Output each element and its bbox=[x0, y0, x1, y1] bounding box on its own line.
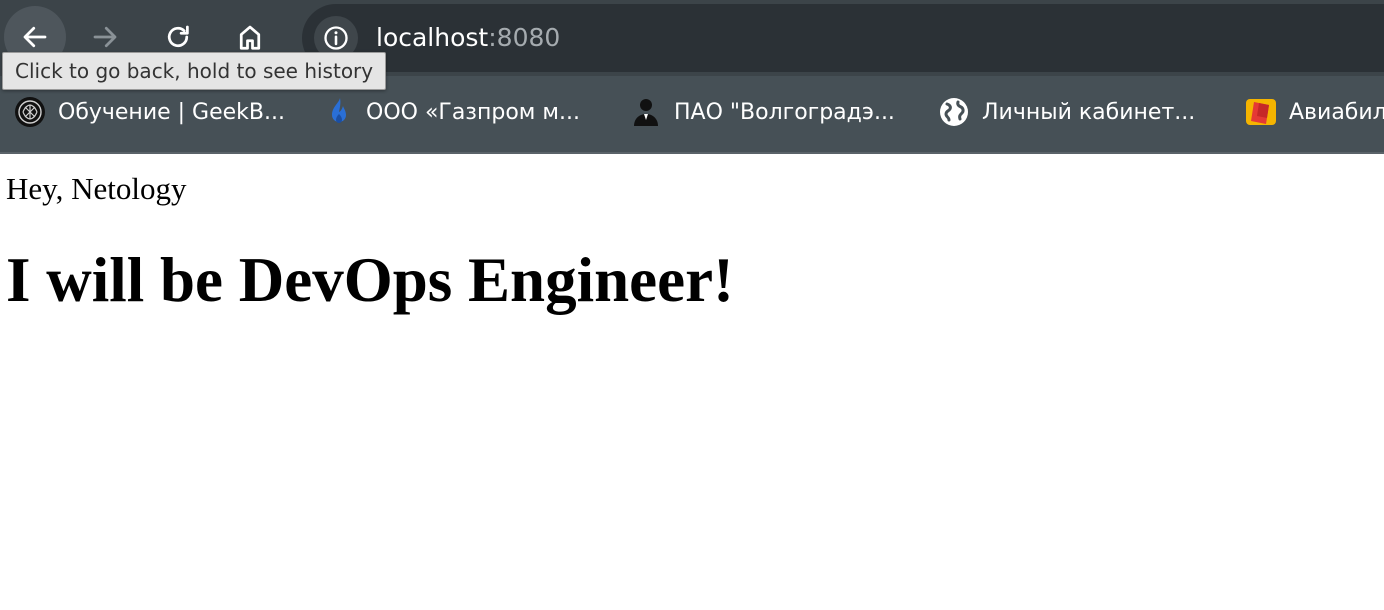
greeting-text: Hey, Netology bbox=[6, 171, 187, 206]
bookmark-aviabilety[interactable]: Авиабил bbox=[1245, 90, 1384, 134]
bookmark-label: Личный кабинет... bbox=[982, 99, 1196, 125]
reload-icon bbox=[167, 25, 189, 48]
bookmark-label: ПАО "Волгоградэ... bbox=[674, 99, 895, 125]
page-heading: I will be DevOps Engineer! bbox=[6, 245, 735, 315]
bookmark-gazprom[interactable]: ООО «Газпром м... bbox=[322, 90, 580, 134]
page-content: Hey, Netology I will be DevOps Engineer! bbox=[0, 154, 1384, 610]
geekbrains-icon bbox=[14, 96, 46, 128]
bookmark-volgogradenergo[interactable]: ПАО "Волгоградэ... bbox=[630, 90, 895, 134]
url-host: localhost bbox=[376, 23, 489, 52]
bookmark-geekbrains[interactable]: Обучение | GeekB... bbox=[14, 90, 285, 134]
address-bar[interactable]: localhost:8080 bbox=[302, 4, 1384, 72]
bookmark-personal-account[interactable]: Личный кабинет... bbox=[938, 90, 1195, 134]
home-icon bbox=[239, 25, 261, 50]
bookmark-label: Обучение | GeekB... bbox=[58, 99, 285, 125]
person-icon bbox=[630, 96, 662, 128]
arrow-right-icon bbox=[93, 26, 117, 48]
ticket-icon bbox=[1245, 96, 1277, 128]
arrow-left-icon bbox=[23, 26, 47, 48]
globe-icon bbox=[938, 96, 970, 128]
gazprom-flame-icon bbox=[322, 96, 354, 128]
url-port: :8080 bbox=[488, 23, 561, 52]
back-button-tooltip: Click to go back, hold to see history bbox=[2, 52, 387, 90]
url-text[interactable]: localhost:8080 bbox=[376, 4, 560, 72]
bookmark-label: Авиабил bbox=[1289, 99, 1384, 125]
info-icon bbox=[324, 26, 348, 50]
bookmark-label: ООО «Газпром м... bbox=[366, 99, 580, 125]
